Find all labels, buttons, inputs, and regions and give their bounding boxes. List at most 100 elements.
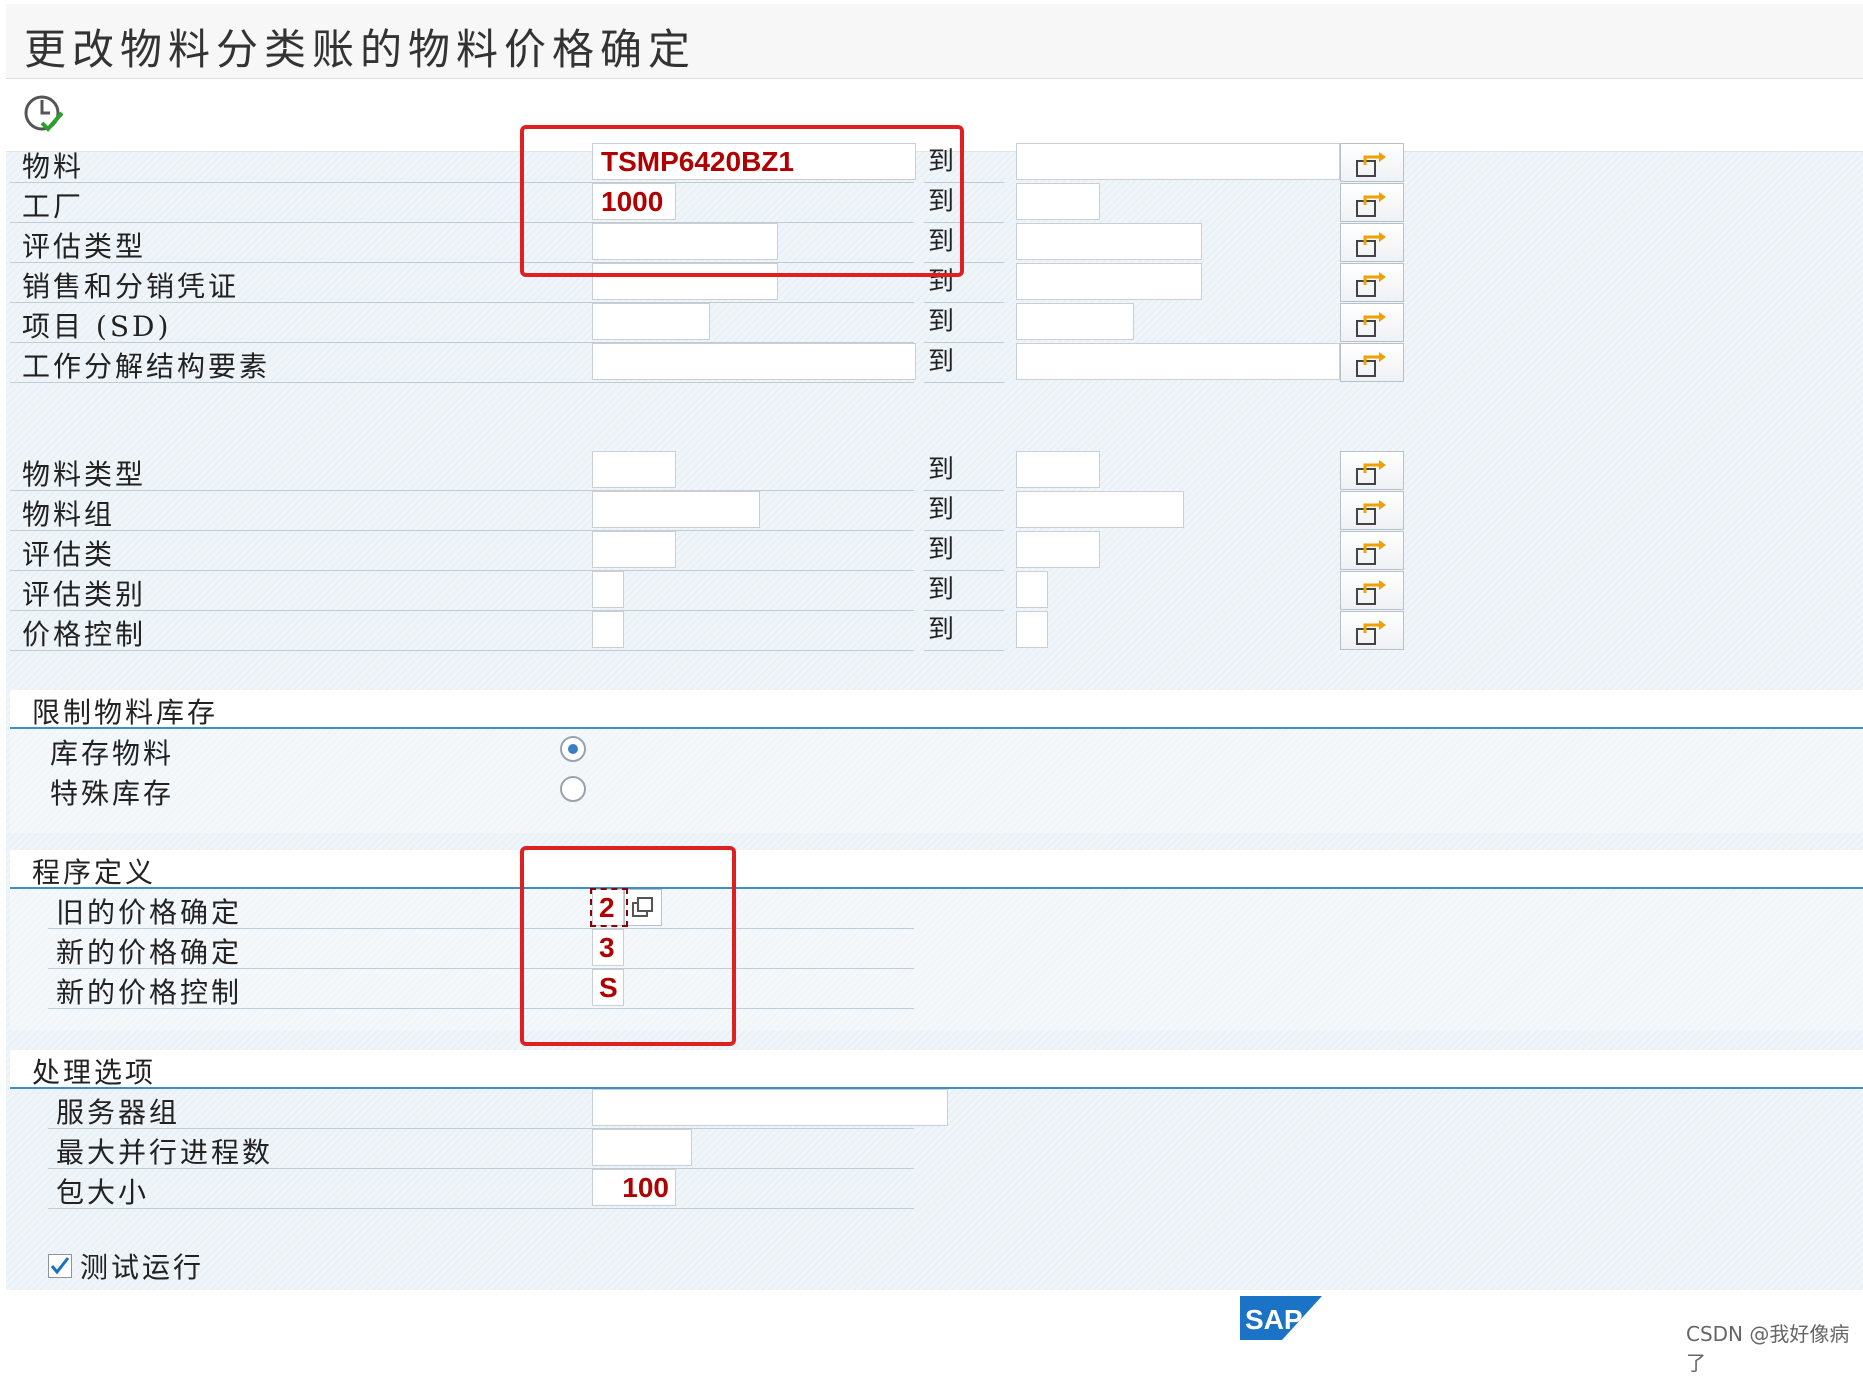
valuation-class-multiple-selection-button[interactable] bbox=[1340, 531, 1404, 570]
sd-item-label: 项目 (SD) bbox=[22, 310, 172, 343]
row-new-price-determination: 新的价格确定 bbox=[48, 929, 914, 969]
row-valuation-category: 评估类别 bbox=[10, 571, 914, 611]
max-parallel-label: 最大并行进程数 bbox=[56, 1136, 274, 1169]
stock-material-label: 库存物料 bbox=[50, 737, 175, 770]
multiple-selection-icon bbox=[1356, 272, 1386, 297]
to-label: 到 bbox=[924, 531, 1004, 571]
sap-logo: SAP bbox=[1240, 1296, 1322, 1340]
execute-icon[interactable] bbox=[22, 91, 68, 137]
annotation-box-material-plant bbox=[520, 125, 964, 277]
valuation-category-from-input[interactable] bbox=[592, 571, 624, 608]
row-max-parallel: 最大并行进程数 bbox=[48, 1129, 914, 1169]
footer: SAP bbox=[0, 1290, 1863, 1350]
material-type-multiple-selection-button[interactable] bbox=[1340, 451, 1404, 490]
old-price-determination-label: 旧的价格确定 bbox=[56, 896, 243, 929]
server-group-label: 服务器组 bbox=[56, 1096, 181, 1129]
stock-material-radio[interactable] bbox=[560, 736, 586, 762]
to-label: 到 bbox=[924, 451, 1004, 491]
test-run-checkbox[interactable] bbox=[48, 1254, 72, 1278]
multiple-selection-icon bbox=[1356, 540, 1386, 565]
processing-options-title: 处理选项 bbox=[32, 1056, 157, 1089]
title-bar: 更改物料分类账的物料价格确定 bbox=[6, 4, 1863, 79]
material-type-to-input[interactable] bbox=[1016, 451, 1100, 488]
sales-document-to-input[interactable] bbox=[1016, 263, 1202, 300]
multiple-selection-icon bbox=[1356, 580, 1386, 605]
plant-multiple-selection-button[interactable] bbox=[1340, 183, 1404, 222]
restrict-stock-body bbox=[10, 729, 1863, 833]
valuation-class-to-input[interactable] bbox=[1016, 531, 1100, 568]
valuation-category-label: 评估类别 bbox=[22, 578, 147, 611]
material-group-from-input[interactable] bbox=[592, 491, 760, 528]
material-type-from-input[interactable] bbox=[592, 451, 676, 488]
special-stock-radio[interactable] bbox=[560, 776, 586, 802]
multiple-selection-icon bbox=[1356, 232, 1386, 257]
to-label: 到 bbox=[924, 491, 1004, 531]
row-material-group: 物料组 bbox=[10, 491, 914, 531]
valuation-type-to-input[interactable] bbox=[1016, 223, 1202, 260]
row-valuation-class: 评估类 bbox=[10, 531, 914, 571]
multiple-selection-icon bbox=[1356, 192, 1386, 217]
page-title: 更改物料分类账的物料价格确定 bbox=[24, 25, 697, 74]
watermark: CSDN @我好像病了 bbox=[1686, 1322, 1850, 1375]
to-label: 到 bbox=[924, 343, 1004, 383]
program-definition-header: 程序定义 bbox=[10, 850, 1863, 889]
sd-item-to-input[interactable] bbox=[1016, 303, 1134, 340]
multiple-selection-icon bbox=[1356, 352, 1386, 377]
multiple-selection-icon bbox=[1356, 460, 1386, 485]
to-label: 到 bbox=[924, 611, 1004, 651]
valuation-class-from-input[interactable] bbox=[592, 531, 676, 568]
sd-item-from-input[interactable] bbox=[592, 303, 710, 340]
test-run-label: 测试运行 bbox=[80, 1251, 205, 1284]
special-stock-label: 特殊库存 bbox=[50, 777, 175, 810]
valuation-type-label: 评估类型 bbox=[22, 230, 147, 263]
material-group-multiple-selection-button[interactable] bbox=[1340, 491, 1404, 530]
package-size-input[interactable]: 100 bbox=[592, 1169, 676, 1206]
multiple-selection-icon bbox=[1356, 620, 1386, 645]
material-to-input[interactable] bbox=[1016, 143, 1340, 180]
new-price-determination-label: 新的价格确定 bbox=[56, 936, 243, 969]
wbs-element-label: 工作分解结构要素 bbox=[22, 350, 271, 383]
sales-document-multiple-selection-button[interactable] bbox=[1340, 263, 1404, 302]
row-sd-item: 项目 (SD) bbox=[10, 303, 914, 343]
valuation-category-multiple-selection-button[interactable] bbox=[1340, 571, 1404, 610]
valuation-class-label: 评估类 bbox=[22, 538, 116, 571]
multiple-selection-icon bbox=[1356, 152, 1386, 177]
restrict-stock-title: 限制物料库存 bbox=[32, 696, 219, 729]
server-group-input[interactable] bbox=[592, 1089, 948, 1126]
price-control-multiple-selection-button[interactable] bbox=[1340, 611, 1404, 650]
price-control-to-input[interactable] bbox=[1016, 611, 1048, 648]
wbs-element-multiple-selection-button[interactable] bbox=[1340, 343, 1404, 382]
program-definition-title: 程序定义 bbox=[32, 856, 157, 889]
row-old-price-determination: 旧的价格确定 bbox=[48, 889, 914, 929]
to-label: 到 bbox=[924, 303, 1004, 343]
plant-to-input[interactable] bbox=[1016, 183, 1100, 220]
multiple-selection-icon bbox=[1356, 500, 1386, 525]
material-group-to-input[interactable] bbox=[1016, 491, 1184, 528]
row-price-control: 价格控制 bbox=[10, 611, 914, 651]
package-size-label: 包大小 bbox=[56, 1176, 150, 1209]
material-multiple-selection-button[interactable] bbox=[1340, 143, 1404, 182]
sales-document-label: 销售和分销凭证 bbox=[22, 270, 240, 303]
wbs-element-from-input[interactable] bbox=[592, 343, 916, 380]
price-control-label: 价格控制 bbox=[22, 618, 147, 651]
focus-marker bbox=[590, 888, 628, 927]
multiple-selection-icon bbox=[1356, 312, 1386, 337]
svg-text:SAP: SAP bbox=[1245, 1304, 1303, 1335]
new-price-control-label: 新的价格控制 bbox=[56, 976, 243, 1009]
check-icon bbox=[50, 1257, 70, 1275]
restrict-stock-section: 限制物料库存 库存物料 特殊库存 bbox=[10, 690, 1863, 833]
row-package-size: 包大小 bbox=[48, 1169, 914, 1209]
price-control-from-input[interactable] bbox=[592, 611, 624, 648]
row-material-type: 物料类型 bbox=[10, 451, 914, 491]
material-group-label: 物料组 bbox=[22, 498, 116, 531]
to-label: 到 bbox=[924, 571, 1004, 611]
max-parallel-input[interactable] bbox=[592, 1129, 692, 1166]
processing-options-header: 处理选项 bbox=[10, 1050, 1863, 1089]
row-new-price-control: 新的价格控制 bbox=[48, 969, 914, 1009]
material-label: 物料 bbox=[22, 150, 85, 183]
valuation-category-to-input[interactable] bbox=[1016, 571, 1048, 608]
sd-item-multiple-selection-button[interactable] bbox=[1340, 303, 1404, 342]
wbs-element-to-input[interactable] bbox=[1016, 343, 1340, 380]
valuation-type-multiple-selection-button[interactable] bbox=[1340, 223, 1404, 262]
restrict-stock-header: 限制物料库存 bbox=[10, 690, 1863, 729]
